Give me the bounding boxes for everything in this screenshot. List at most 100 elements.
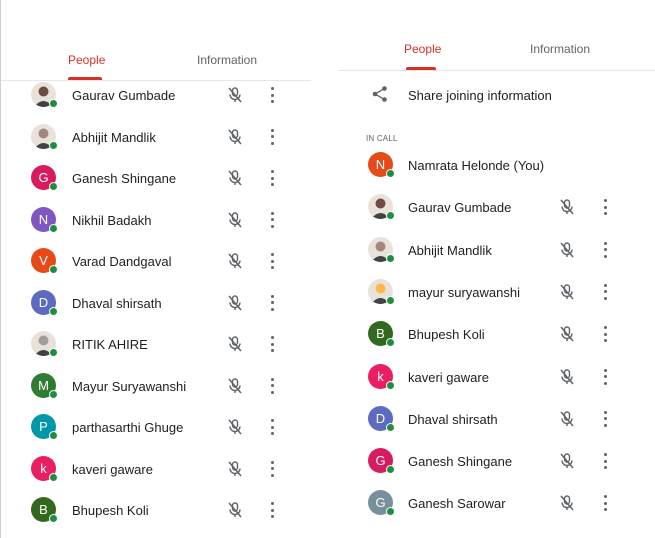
participant-row[interactable]: Pparthasarthi Ghuge (1, 407, 311, 447)
more-dot (270, 460, 274, 464)
more-vert-icon[interactable] (602, 241, 608, 258)
more-vert-icon[interactable] (269, 253, 275, 269)
online-status-dot (49, 223, 58, 233)
participant-row[interactable]: Abhijit Mandlik (338, 230, 655, 270)
more-dot (270, 266, 274, 269)
right-people-panel: People Information Share joining informa… (338, 0, 655, 538)
online-status-dot (49, 99, 58, 108)
mic-off-icon (558, 198, 576, 216)
avatar-initial: D (375, 410, 386, 426)
tab-information[interactable]: Information (197, 53, 257, 67)
mic-off-icon (226, 252, 244, 270)
participant-row[interactable]: RITIK AHIRE (1, 324, 311, 364)
online-status-dot (386, 422, 395, 432)
more-dot (270, 253, 274, 256)
participant-row[interactable]: G Ganesh Shingane (338, 441, 655, 481)
participant-row[interactable]: D Dhaval shirsath (1, 283, 311, 323)
participant-row[interactable]: G Ganesh Shingane (1, 158, 311, 198)
more-vert-icon[interactable] (602, 326, 608, 343)
online-status-dot (49, 389, 58, 399)
more-vert-icon[interactable] (269, 460, 275, 477)
more-dot (270, 473, 274, 477)
mic-off-icon (226, 460, 244, 478)
more-dot (270, 301, 274, 304)
more-vert-icon[interactable] (602, 199, 608, 216)
mic-off-icon (558, 283, 576, 301)
more-dot (270, 432, 274, 435)
participant-row[interactable]: B Bhupesh Koli (1, 490, 311, 530)
avatar: P (31, 414, 58, 440)
more-dot (603, 466, 607, 470)
participant-name: Nikhil Badakh (72, 212, 152, 228)
participant-row[interactable]: D Dhaval shirsath (338, 399, 655, 439)
online-status-dot (49, 348, 58, 357)
more-dot (270, 390, 274, 394)
more-vert-icon[interactable] (602, 283, 608, 300)
participant-row[interactable]: mayur suryawanshi (338, 272, 655, 312)
participant-row[interactable]: Abhijit Mandlik (1, 117, 311, 157)
more-vert-icon[interactable] (602, 410, 608, 427)
more-vert-icon[interactable] (602, 368, 608, 385)
more-dot (270, 502, 274, 505)
avatar-initial: N (38, 211, 49, 227)
avatar: G (31, 165, 58, 191)
participant-name: Abhijit Mandlik (408, 242, 492, 258)
more-vert-icon[interactable] (269, 170, 275, 186)
more-vert-icon[interactable] (269, 419, 275, 435)
participant-row[interactable]: k kaveri gaware (1, 449, 311, 489)
mic-off-icon (226, 86, 244, 104)
tab-people[interactable]: People (404, 42, 441, 56)
participant-row[interactable]: Gaurav Gumbade (1, 75, 311, 115)
more-vert-icon[interactable] (269, 502, 275, 518)
more-vert-icon[interactable] (269, 128, 275, 145)
avatar: G (368, 448, 395, 475)
more-dot (603, 205, 607, 209)
participant-name: Varad Dandgaval (72, 254, 172, 269)
participant-row[interactable]: N Nikhil Badakh (1, 200, 311, 240)
avatar-initial: N (375, 157, 386, 172)
more-vert-icon[interactable] (602, 453, 608, 470)
more-dot (603, 501, 607, 505)
online-status-dot (386, 465, 395, 475)
avatar-initial: D (38, 294, 49, 310)
more-dot (270, 183, 274, 186)
more-vert-icon[interactable] (602, 495, 608, 512)
participant-name: parthasarthi Ghuge (72, 420, 184, 435)
participant-name: mayur suryawanshi (408, 284, 520, 300)
more-dot (603, 459, 607, 463)
participant-row[interactable]: G Ganesh Sarowar (338, 483, 655, 523)
participant-name: Gaurav Gumbade (408, 200, 512, 216)
participant-name: Namrata Helonde (You) (408, 158, 545, 173)
avatar: k (31, 455, 58, 482)
more-vert-icon[interactable] (269, 87, 275, 103)
more-dot (270, 425, 274, 429)
participant-row[interactable]: N Namrata Helonde (You) (338, 145, 655, 185)
tab-people[interactable]: People (68, 53, 105, 67)
mic-off-icon (226, 377, 244, 395)
online-status-dot (49, 514, 58, 523)
participant-row[interactable]: B Bhupesh Koli (338, 314, 655, 354)
more-vert-icon[interactable] (269, 377, 275, 394)
online-status-dot (49, 140, 58, 150)
more-vert-icon[interactable] (269, 336, 275, 352)
participant-row[interactable]: k kaveri gaware (338, 357, 655, 397)
avatar-initial: G (375, 495, 386, 511)
participant-name: kaveri gaware (408, 369, 489, 385)
mic-off-icon (226, 211, 244, 229)
tab-information[interactable]: Information (530, 42, 590, 56)
more-vert-icon[interactable] (269, 211, 275, 228)
share-joining-info-button[interactable]: Share joining information (338, 75, 655, 115)
more-dot (270, 93, 274, 97)
participant-row[interactable]: M Mayur Suryawanshi (1, 366, 311, 406)
more-dot (603, 339, 607, 343)
more-dot (603, 410, 607, 414)
more-dot (270, 87, 274, 90)
more-dot (270, 515, 274, 518)
share-icon (372, 86, 387, 102)
participant-row[interactable]: Gaurav Gumbade (338, 187, 655, 227)
more-vert-icon[interactable] (269, 294, 275, 311)
participant-row[interactable]: V Varad Dandgaval (1, 241, 311, 281)
more-dot (270, 211, 274, 215)
participant-name: RITIK AHIRE (72, 337, 148, 352)
avatar (368, 278, 395, 305)
